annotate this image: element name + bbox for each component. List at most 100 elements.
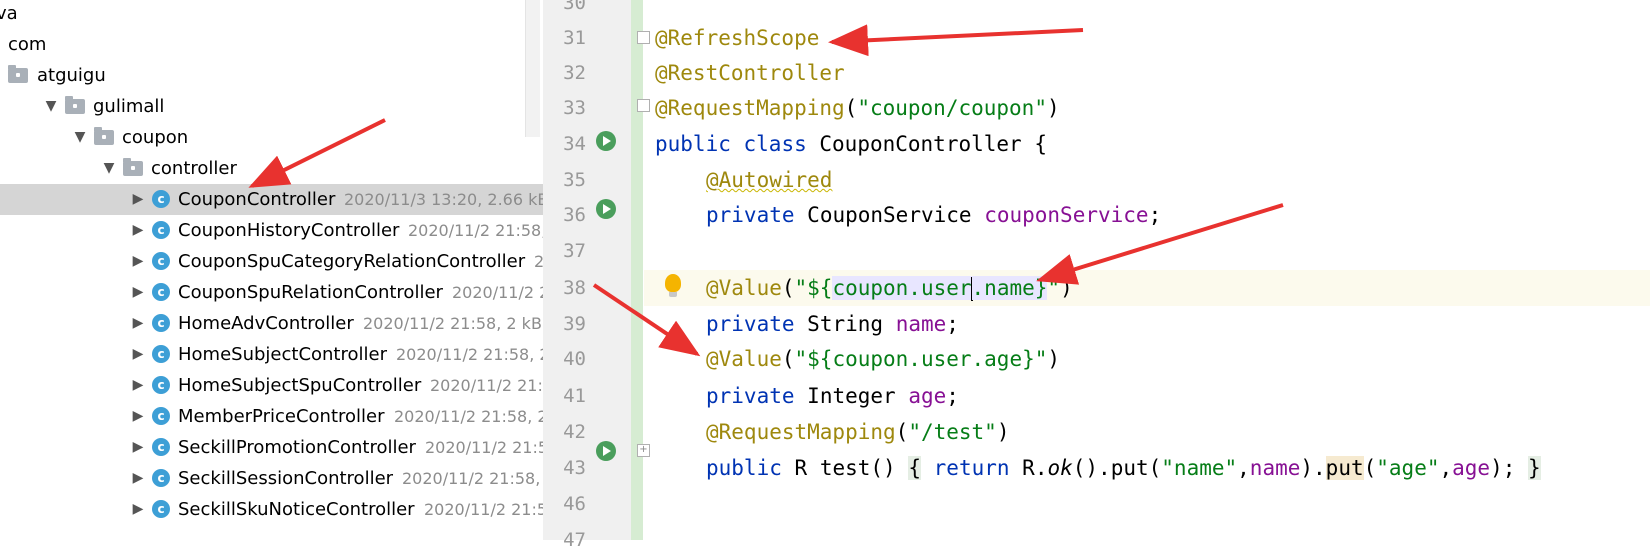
code-line-36[interactable]: private CouponService couponService; [706,197,1161,233]
tree-item-label: CouponController [178,189,336,210]
chevron-right-icon[interactable]: ▶ [130,494,146,525]
tree-row[interactable]: ▶ c MemberPriceController 2020/11/2 21:58, … [0,401,543,432]
file-meta: 2020/11/2 21:58, 2 [430,376,543,395]
tree-row[interactable]: va [0,0,543,29]
keyword: private [706,203,795,227]
web-endpoint-icon[interactable] [596,441,616,461]
field-ref: age [1452,456,1491,480]
folded-brace: { [908,456,921,480]
fold-marker-icon[interactable] [637,31,650,44]
code-line-33[interactable]: @RequestMapping("coupon/coupon") [655,90,1060,126]
chevron-down-icon[interactable]: ▼ [72,122,88,153]
file-meta: 2020/11/2 21:58, 2 kB [363,314,542,333]
file-meta: 2020/11/3 13:20, 2.66 kB Mo [344,190,543,209]
java-class-icon: c [152,314,170,332]
code-line-35[interactable]: @Autowired [706,162,832,198]
expand-marker-icon[interactable]: + [637,444,650,457]
tree-row[interactable]: ▶ c HomeSubjectController 2020/11/2 21:58, … [0,339,543,370]
java-class-icon: c [152,376,170,394]
line-number: 41 [563,385,586,407]
keyword: public [706,456,782,480]
chevron-right-icon[interactable]: ▶ [130,277,146,308]
tree-row[interactable]: ▶ c SeckillPromotionController 2020/11/2 21… [0,432,543,463]
tree-row[interactable]: com [0,29,543,60]
line-number: 30 [563,0,586,14]
semicolon: ; [946,384,959,408]
tree-row[interactable]: ▶ c HomeAdvController 2020/11/2 21:58, 2 kB [0,308,543,339]
java-class-icon: c [152,469,170,487]
field-name: name [895,312,947,336]
tree-item-label: atguigu [37,65,106,86]
fold-marker-icon[interactable] [637,99,650,112]
type-name: CouponService [807,203,972,227]
line-number: 34 [563,133,586,155]
chevron-right-icon[interactable]: ▶ [130,246,146,277]
field-name: age [908,384,947,408]
tree-row[interactable]: ▶ c CouponSpuCategoryRelationController 202… [0,246,543,277]
tree-row[interactable]: ▶ c CouponHistoryController 2020/11/2 21:58… [0,215,543,246]
annotation: @Value [706,276,782,300]
class-ref: R. [1022,456,1048,480]
code-line-43[interactable]: public R test() { return R.ok().put("nam… [706,450,1541,486]
java-class-icon: c [152,190,170,208]
chevron-down-icon[interactable]: ▼ [43,91,59,122]
chevron-right-icon[interactable]: ▶ [130,339,146,370]
line-number: 32 [563,62,586,84]
paren: ) [1047,347,1061,371]
tree-row[interactable]: ▼ coupon [0,122,543,153]
string-literal: "name" [1161,456,1238,480]
tree-row[interactable]: ▶ c CouponSpuRelationController 2020/11/2 2… [0,277,543,308]
code-line-38[interactable]: @Value("${coupon.user.name}") [706,270,1073,306]
chevron-down-icon[interactable]: ▼ [101,153,117,184]
line-number: 39 [563,313,586,335]
semicolon: ; [1148,203,1162,227]
tree-row[interactable]: ▶ c SeckillSkuNoticeController 2020/11/2 21… [0,494,543,525]
line-number: 46 [563,493,586,515]
autowired-navigate-icon[interactable] [596,199,616,219]
code-line-39[interactable]: private String name; [706,306,959,342]
paren: ( [781,347,795,371]
tree-row[interactable]: ▶ c SeckillSessionController 2020/11/2 21:5… [0,463,543,494]
code-line-32[interactable]: @RestController [655,55,845,91]
tree-row[interactable]: atguigu [0,60,543,91]
paren: ) [1060,276,1073,300]
code-line-34[interactable]: public class CouponController { [655,126,1047,162]
string-literal: "${ [794,276,833,300]
tree-item-label: HomeSubjectController [178,344,387,365]
line-number: 42 [563,421,586,443]
tree-scrollbar[interactable] [525,0,540,137]
project-tree[interactable]: va com atguigu ▼ gulimall ▼ coupon ▼ controller ▶… [0,0,543,540]
chevron-right-icon[interactable]: ▶ [130,463,146,494]
type-name: Integer [807,384,896,408]
tree-item-label: HomeAdvController [178,313,354,334]
line-number: 43 [563,457,586,479]
string-literal: } [1034,276,1048,300]
code-line-42[interactable]: @RequestMapping("/test") [706,414,1009,450]
implemented-bean-icon[interactable] [596,131,616,151]
file-meta: 2020/ [534,252,543,271]
code-line-41[interactable]: private Integer age; [706,378,959,414]
paren: ( [844,96,858,120]
method-call: ().put( [1072,456,1162,480]
chevron-right-icon[interactable]: ▶ [130,215,146,246]
tree-row[interactable]: ▼ gulimall [0,91,543,122]
tree-item-label: com [8,34,47,55]
tree-row[interactable]: ▼ controller [0,153,543,184]
file-meta: 2020/11/2 21:5 [452,283,543,302]
tree-row[interactable]: ▶ c HomeSubjectSpuController 2020/11/2 21:5… [0,370,543,401]
chevron-right-icon[interactable]: ▶ [130,432,146,463]
lightbulb-intention-icon[interactable] [665,274,681,297]
code-line-40[interactable]: @Value("${coupon.user.age}") [706,341,1060,377]
keyword: class [743,132,807,156]
java-class-icon: c [152,283,170,301]
chevron-right-icon[interactable]: ▶ [130,308,146,339]
java-class-icon: c [152,221,170,239]
code-line-31[interactable]: @RefreshScope [655,20,819,56]
tree-row[interactable]: ▶ c CouponController 2020/11/3 13:20, 2.66 … [0,184,543,215]
chevron-right-icon[interactable]: ▶ [130,184,146,215]
keyword: private [706,312,795,336]
chevron-right-icon[interactable]: ▶ [130,370,146,401]
line-number: 37 [563,240,586,262]
chevron-right-icon[interactable]: ▶ [130,401,146,432]
file-meta: 2020/11/2 21:58, 2 [424,500,543,519]
